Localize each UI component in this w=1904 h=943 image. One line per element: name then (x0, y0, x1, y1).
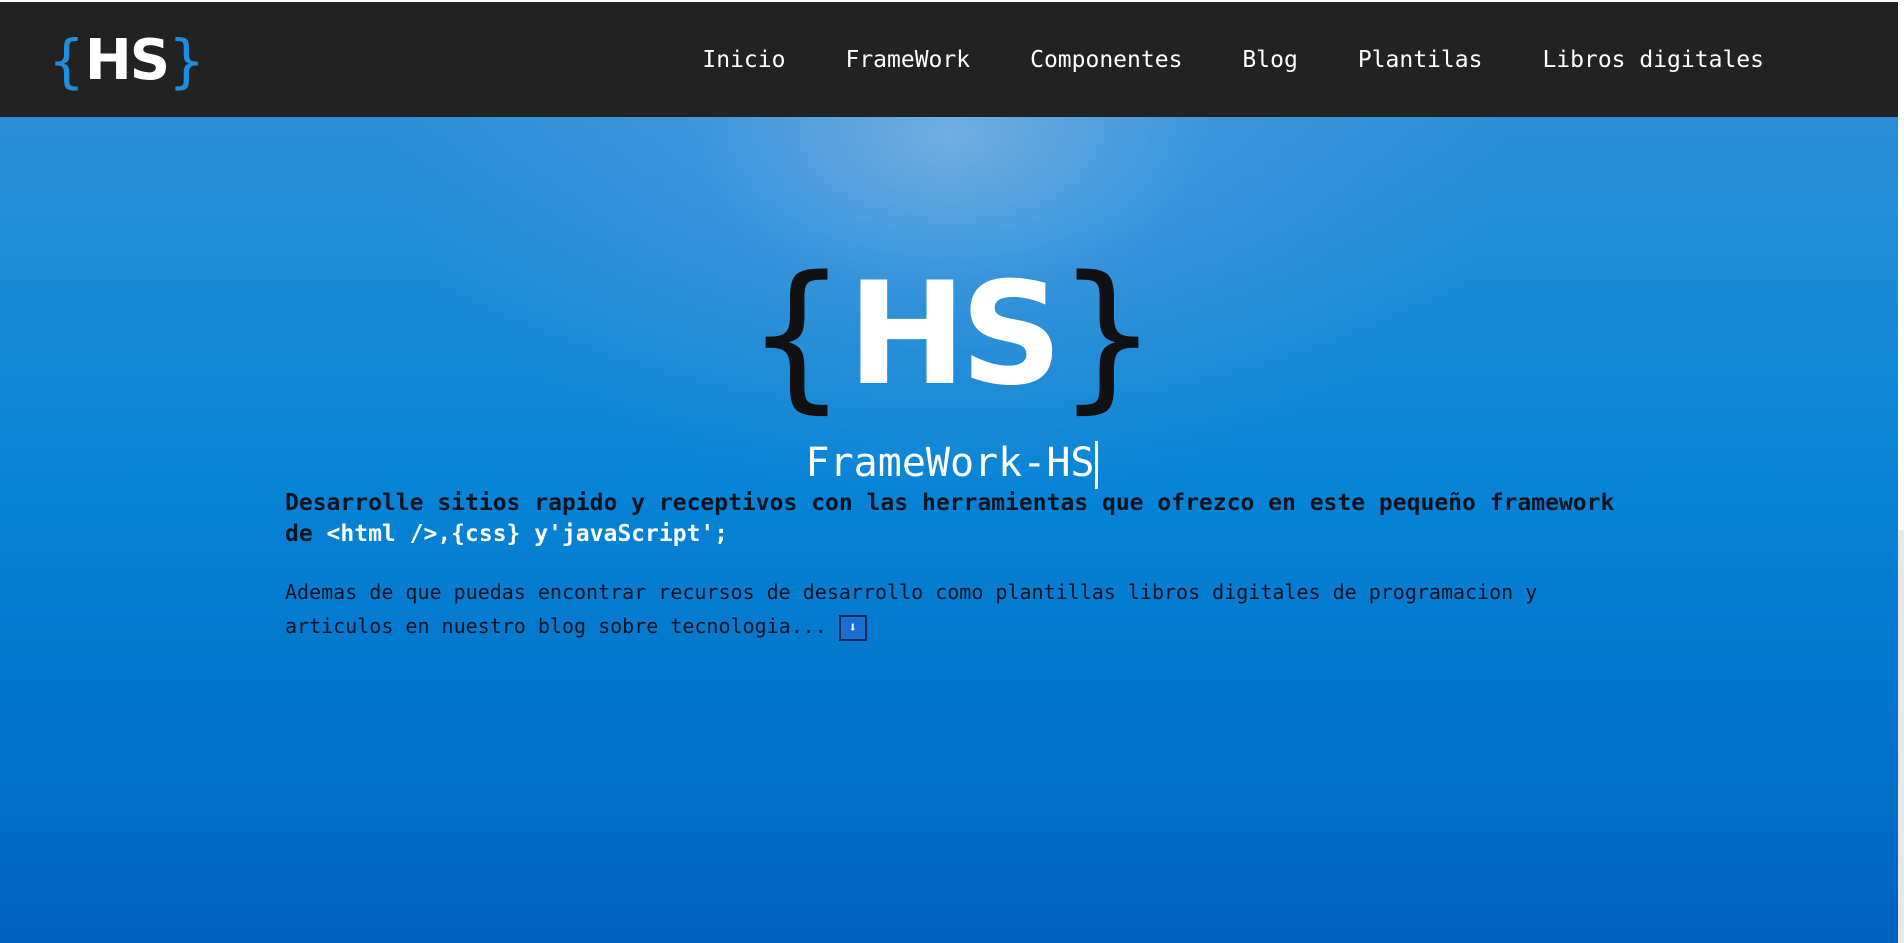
typing-caret (1095, 441, 1099, 489)
hero-title: FrameWork-HS (0, 440, 1904, 489)
nav-link-framework[interactable]: FrameWork (845, 47, 970, 73)
site-logo[interactable]: { HS } (48, 30, 205, 92)
hero-logo-open-brace: { (745, 241, 848, 428)
hero-tagline: Desarrolle sitios rapido y receptivos co… (285, 488, 1615, 550)
tagline-code: <html />,{css} y'javaScript'; (326, 521, 729, 547)
scrollbar-thumb[interactable] (1898, 0, 1904, 530)
nav-link-plantilas[interactable]: Plantilas (1358, 47, 1483, 73)
page: { HS } Inicio FrameWork Componentes Blog… (0, 0, 1904, 943)
description-text: Ademas de que puedas encontrar recursos … (285, 580, 1538, 638)
nav-link-libros-digitales[interactable]: Libros digitales (1542, 47, 1764, 73)
nav-link-componentes[interactable]: Componentes (1030, 47, 1182, 73)
hero-logo: {HS} (0, 255, 1904, 415)
nav-link-inicio[interactable]: Inicio (702, 47, 785, 73)
top-navbar: { HS } Inicio FrameWork Componentes Blog… (0, 2, 1898, 117)
logo-open-brace: { (48, 27, 85, 95)
logo-letters: HS (84, 28, 170, 93)
hero-logo-letters: HS (847, 252, 1062, 417)
hero-logo-close-brace: } (1056, 241, 1159, 428)
scroll-down-button[interactable]: ⬇ (838, 614, 867, 641)
page-scrollbar[interactable] (1898, 0, 1904, 943)
hero-title-text: FrameWork-HS (805, 440, 1095, 486)
hero-description: Ademas de que puedas encontrar recursos … (285, 575, 1615, 643)
nav-menu: Inicio FrameWork Componentes Blog Planti… (702, 2, 1764, 117)
logo-close-brace: } (168, 27, 206, 95)
nav-link-blog[interactable]: Blog (1242, 47, 1297, 73)
